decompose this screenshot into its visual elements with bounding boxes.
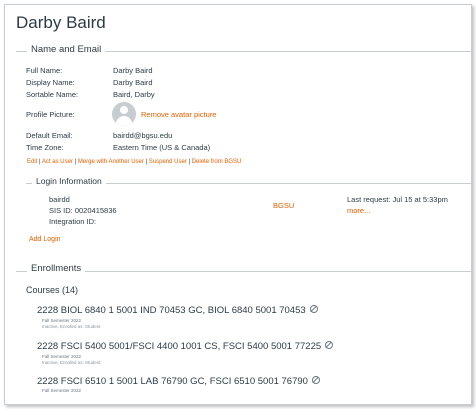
course-title[interactable]: 2228 BIOL 6840 1 5001 IND 70453 GC, BIOL… [37,305,306,316]
full-name-label: Full Name: [26,66,63,75]
user-profile-panel: Darby Baird Name and Email Full Name: Da… [4,4,472,405]
course-enrollment-status: Inactive, Enrolled as: Student [42,360,101,365]
last-request: Last request: Jul 15 at 5:33pm [347,195,448,204]
unpublished-icon [309,305,318,313]
last-request-more-link[interactable]: more... [347,206,370,215]
login-account-link[interactable]: BGSU [273,201,294,210]
remove-avatar-link[interactable]: Remove avatar picture [141,110,216,119]
enrollments-legend: Enrollments [27,263,86,274]
display-name-label: Display Name: [26,78,75,87]
login-username: bairdd [49,195,70,204]
suspend-user-link[interactable]: Suspend User [149,159,187,165]
course-title[interactable]: 2228 FSCI 6510 1 5001 LAB 76790 GC, FSCI… [37,376,308,387]
courses-heading: Courses (14) [26,285,79,295]
course-term: Fall Semester 2022 [42,354,82,359]
default-email-value: bairdd@bgsu.edu [113,131,173,140]
user-actions-bar: Edit | Act as User | Merge with Another … [27,159,241,165]
profile-picture-label: Profile Picture: [26,110,75,119]
name-email-legend: Name and Email [27,44,106,55]
login-legend: Login Information [32,176,106,186]
login-integration-id: Integration ID: [49,217,97,226]
act-as-user-link[interactable]: Act as User [42,159,73,165]
time-zone-label: Time Zone: [26,143,64,152]
course-link[interactable]: 2228 FSCI 6510 1 5001 LAB 76790 GC, FSCI… [37,376,320,387]
course-link[interactable]: 2228 BIOL 6840 1 5001 IND 70453 GC, BIOL… [37,305,318,316]
add-login-link[interactable]: Add Login [29,236,61,243]
time-zone-value: Eastern Time (US & Canada) [113,143,211,152]
display-name-value: Darby Baird [113,78,153,87]
login-sis-id: SIS ID: 0020415836 [49,206,117,215]
edit-user-link[interactable]: Edit [27,159,37,165]
sortable-name-label: Sortable Name: [26,90,79,99]
unpublished-icon [311,376,320,384]
course-term: Fall Semester 2022 [42,388,82,393]
course-enrollment-status: Inactive, Enrolled as: Student [42,324,101,329]
course-title[interactable]: 2228 FSCI 5400 5001/FSCI 4400 1001 CS, F… [37,341,321,352]
page-title: Darby Baird [16,13,106,32]
merge-user-link[interactable]: Merge with Another User [78,159,144,165]
course-link[interactable]: 2228 FSCI 5400 5001/FSCI 4400 1001 CS, F… [37,341,334,352]
unpublished-icon [325,341,334,349]
sortable-name-value: Baird, Darby [113,90,155,99]
avatar [112,102,136,126]
full-name-value: Darby Baird [113,66,153,75]
default-email-label: Default Email: [26,131,73,140]
delete-user-link[interactable]: Delete from BGSU [192,159,242,165]
course-term: Fall Semester 2022 [42,318,82,323]
